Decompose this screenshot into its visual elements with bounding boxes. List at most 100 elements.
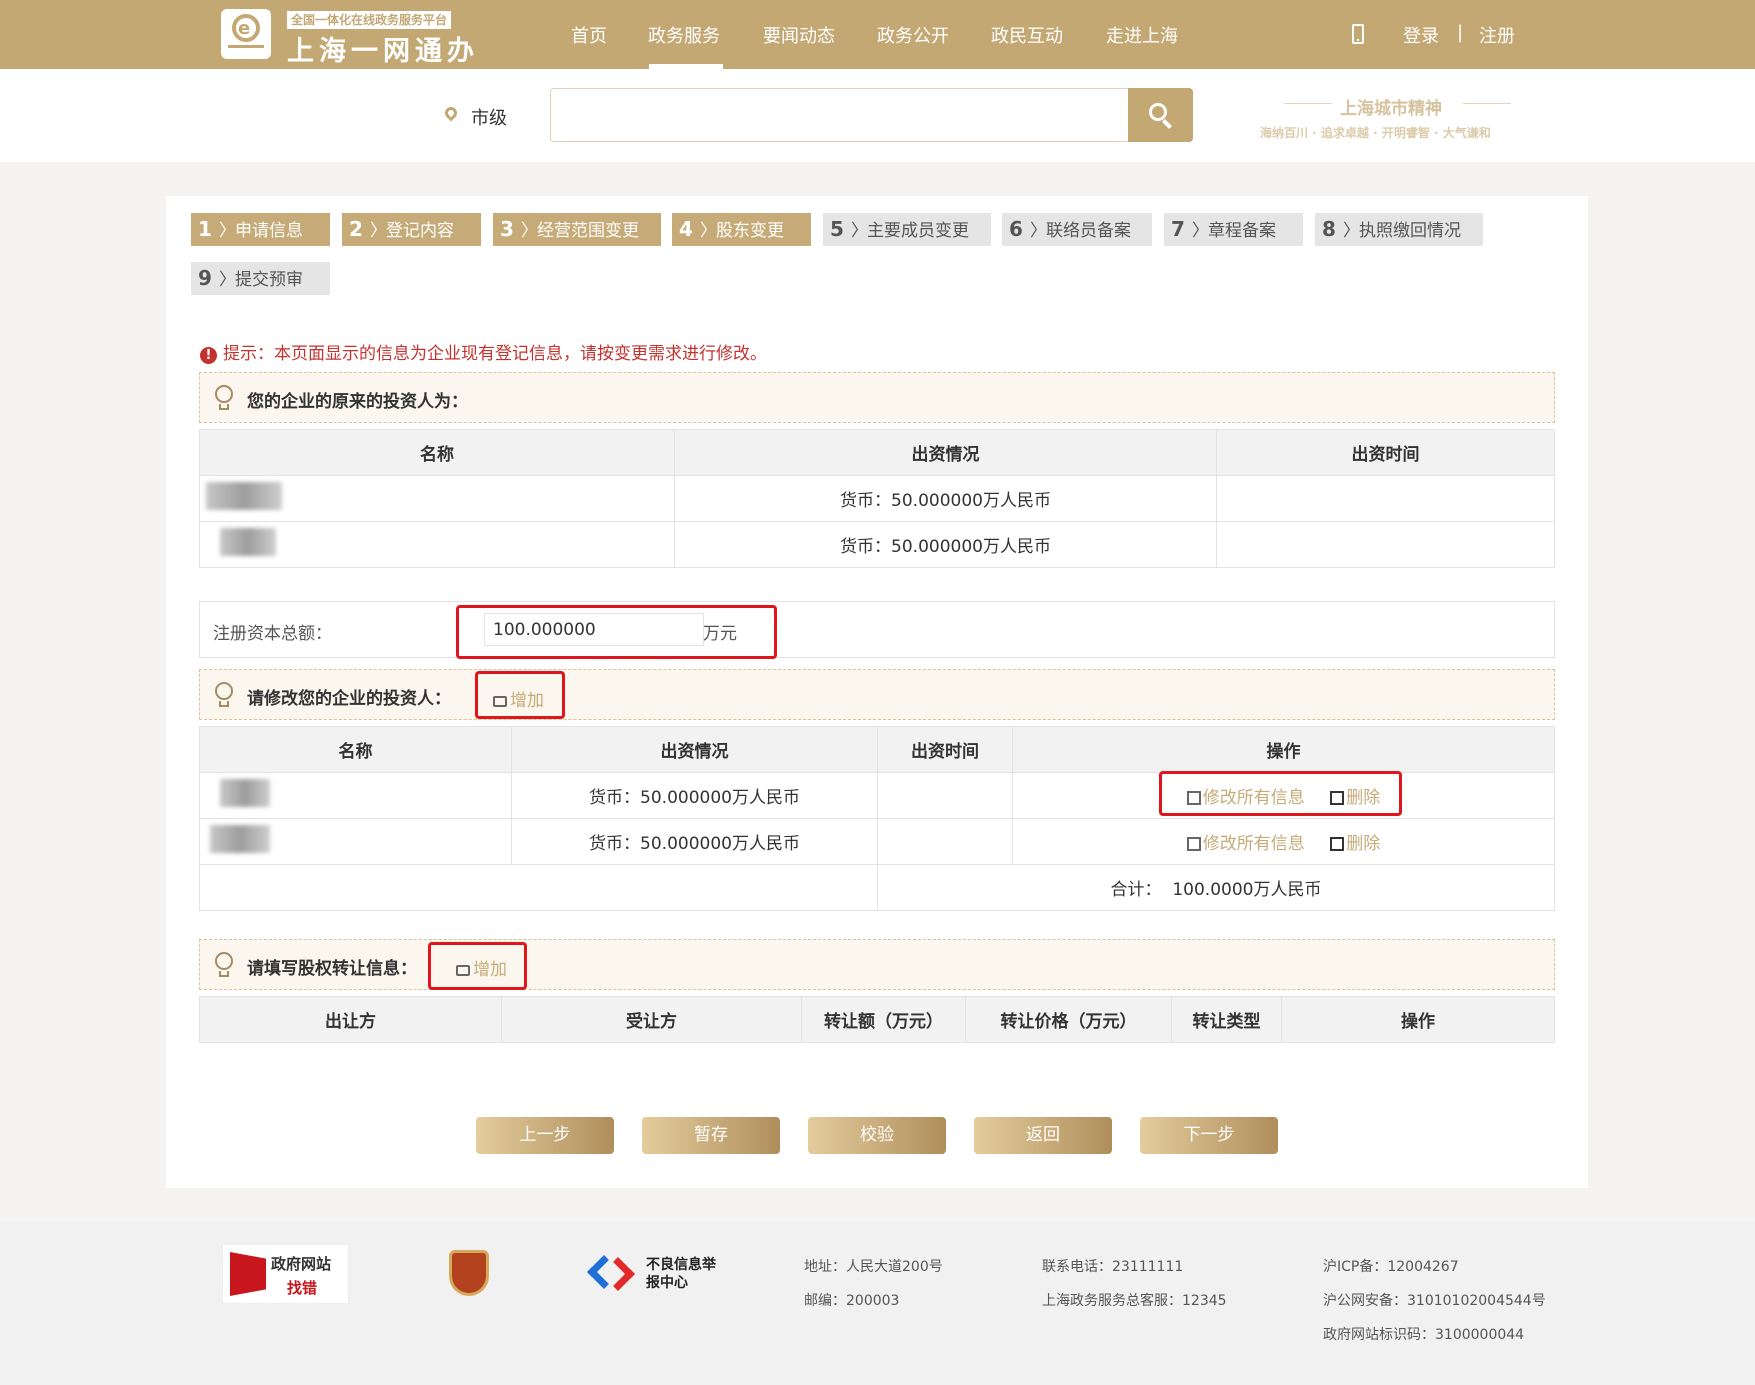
- nav-gov-services[interactable]: 政务服务: [648, 22, 720, 48]
- column-header: 转让价格（万元）: [965, 996, 1172, 1043]
- column-header: 名称: [199, 726, 512, 773]
- mobile-icon[interactable]: [1352, 24, 1364, 44]
- column-header: 转让类型: [1171, 996, 1282, 1043]
- column-header: 转让额（万元）: [801, 996, 966, 1043]
- region-selector[interactable]: 市级: [471, 104, 507, 130]
- search-input[interactable]: [550, 88, 1129, 142]
- logo-subtitle: 全国一体化在线政务服务平台: [287, 11, 452, 29]
- magnifier-icon: [230, 1252, 266, 1296]
- highlight-box-row-actions: [1159, 771, 1402, 816]
- footer-postcode: 邮编：200003: [804, 1293, 900, 1309]
- step-1[interactable]: 1 〉申请信息: [191, 213, 330, 246]
- report-arrow-icon: [587, 1254, 635, 1292]
- investor-time: [1216, 521, 1555, 568]
- investor-contribution: 货币：50.000000万人民币: [511, 818, 878, 865]
- nav-news[interactable]: 要闻动态: [763, 22, 835, 48]
- gov-site-error-report-logo[interactable]: 政府网站 找错: [222, 1244, 349, 1304]
- nav-interaction[interactable]: 政民互动: [991, 22, 1063, 48]
- step-3[interactable]: 3 〉经营范围变更: [493, 213, 661, 246]
- register-link[interactable]: 注册: [1479, 22, 1515, 48]
- table-row: 货币：50.000000万人民币: [199, 475, 1555, 522]
- delete-link[interactable]: 删除: [1330, 834, 1380, 854]
- footer-address: 地址：人民大道200号: [804, 1259, 943, 1275]
- tip-text: 提示：本页面显示的信息为企业现有登记信息，请按变更需求进行修改。: [223, 344, 767, 364]
- nav-home[interactable]: 首页: [571, 22, 607, 48]
- next-step-button[interactable]: 下一步: [1140, 1117, 1278, 1154]
- column-header: 出让方: [199, 996, 502, 1043]
- login-link[interactable]: 登录: [1403, 22, 1439, 48]
- logo-title[interactable]: 上海一网通办: [287, 29, 479, 68]
- original-investors-header: 您的企业的原来的投资人为：: [199, 372, 1555, 423]
- step-9[interactable]: 9 〉提交预审: [191, 262, 330, 295]
- highlight-box-capital: [456, 605, 777, 659]
- delete-icon: [1330, 837, 1345, 851]
- edit-all-info-link[interactable]: 修改所有信息: [1186, 834, 1305, 854]
- top-navbar: e 全国一体化在线政务服务平台 上海一网通办 首页 政务服务 要闻动态 政务公开…: [0, 0, 1755, 69]
- step-6[interactable]: 6 〉联络员备案: [1002, 213, 1152, 246]
- table-row: 货币：50.000000万人民币 修改所有信息 删除: [199, 818, 1555, 865]
- table-header-row: 名称 出资情况 出资时间: [199, 429, 1555, 476]
- column-header: 出资情况: [511, 726, 878, 773]
- section-title: 您的企业的原来的投资人为：: [247, 392, 468, 412]
- column-header: 名称: [199, 429, 675, 476]
- footer-icp[interactable]: 沪ICP备：12004267: [1323, 1256, 1459, 1276]
- registered-capital-row: 注册资本总额： 万元: [199, 601, 1555, 658]
- equity-transfer-header: 请填写股权转让信息：: [199, 939, 1555, 990]
- prev-step-button[interactable]: 上一步: [476, 1117, 614, 1154]
- site-logo-icon[interactable]: e: [221, 9, 271, 59]
- investor-name-redacted: [199, 818, 512, 865]
- highlight-box-add-transfer: [428, 942, 527, 990]
- step-2[interactable]: 2 〉登记内容: [342, 213, 481, 246]
- column-header: 出资时间: [877, 726, 1013, 773]
- police-badge-icon[interactable]: [449, 1250, 489, 1296]
- section-title: 请填写股权转让信息：: [247, 959, 417, 979]
- search-button[interactable]: [1128, 88, 1193, 142]
- column-header: 操作: [1281, 996, 1555, 1043]
- slogan-subtitle: 海纳百川 · 追求卓越 · 开明睿智 · 大气谦和: [1260, 126, 1491, 140]
- total-cell: 合计： 100.0000万人民币: [877, 864, 1555, 911]
- step-8[interactable]: 8 〉执照缴回情况: [1315, 213, 1483, 246]
- investor-name-redacted: [199, 772, 512, 819]
- registered-capital-label: 注册资本总额：: [213, 624, 332, 644]
- tip-message: ! 提示：本页面显示的信息为企业现有登记信息，请按变更需求进行修改。: [200, 339, 767, 364]
- login-separator: |: [1457, 22, 1464, 43]
- total-label: 合计：: [1110, 880, 1162, 900]
- row-actions: 修改所有信息 删除: [1012, 818, 1555, 865]
- slogan-title: 上海城市精神: [1340, 99, 1442, 119]
- lightbulb-icon: [213, 682, 235, 708]
- investor-name-redacted: [199, 475, 675, 522]
- footer-hotline: 上海政务服务总客服：12345: [1042, 1293, 1227, 1309]
- verify-button[interactable]: 校验: [808, 1117, 946, 1154]
- investor-contribution: 货币：50.000000万人民币: [674, 521, 1217, 568]
- step-5[interactable]: 5 〉主要成员变更: [823, 213, 991, 246]
- lightbulb-icon: [213, 952, 235, 978]
- footer-phone: 联系电话：23111111: [1042, 1259, 1184, 1275]
- modify-investors-table: 名称 出资情况 出资时间 操作 货币：50.000000万人民币 修改所有信息 …: [199, 726, 1555, 911]
- total-value: 100.0000万人民币: [1172, 880, 1322, 900]
- modify-investors-header: 请修改您的企业的投资人：: [199, 669, 1555, 720]
- save-draft-button[interactable]: 暂存: [642, 1117, 780, 1154]
- table-header-row: 出让方 受让方 转让额（万元） 转让价格（万元） 转让类型 操作: [199, 996, 1555, 1043]
- column-header: 出资情况: [674, 429, 1217, 476]
- nav-gov-open[interactable]: 政务公开: [877, 22, 949, 48]
- investor-contribution: 货币：50.000000万人民币: [511, 772, 878, 819]
- section-title: 请修改您的企业的投资人：: [247, 689, 451, 709]
- info-alert-icon: !: [200, 347, 217, 364]
- column-header: 受让方: [501, 996, 802, 1043]
- highlight-box-add-investor: [475, 671, 565, 719]
- investor-time: [1216, 475, 1555, 522]
- footer-site-code: 政府网站标识码：3100000044: [1323, 1327, 1525, 1343]
- table-header-row: 名称 出资情况 出资时间 操作: [199, 726, 1555, 773]
- table-row: 货币：50.000000万人民币: [199, 521, 1555, 568]
- step-7[interactable]: 7 〉章程备案: [1164, 213, 1303, 246]
- equity-transfer-table: 出让方 受让方 转让额（万元） 转让价格（万元） 转让类型 操作: [199, 996, 1555, 1043]
- back-button[interactable]: 返回: [974, 1117, 1112, 1154]
- step-4[interactable]: 4 〉股东变更: [672, 213, 811, 246]
- column-header: 操作: [1012, 726, 1555, 773]
- footer-police-record[interactable]: 沪公网安备：31010102004544号: [1323, 1290, 1546, 1310]
- investor-time: [877, 818, 1013, 865]
- edit-icon: [1186, 837, 1201, 851]
- lightbulb-icon: [213, 385, 235, 411]
- nav-about-shanghai[interactable]: 走进上海: [1106, 22, 1178, 48]
- original-investors-table: 名称 出资情况 出资时间 货币：50.000000万人民币 货币：50.0000…: [199, 429, 1555, 568]
